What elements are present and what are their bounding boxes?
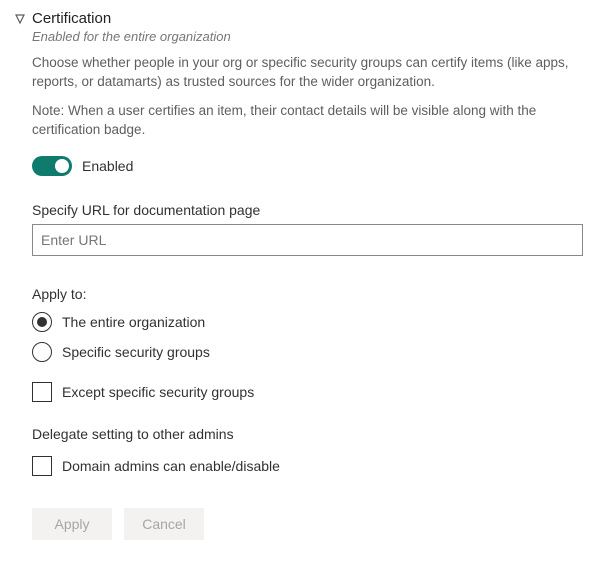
apply-to-label: Apply to: bbox=[32, 286, 583, 302]
section-description: Choose whether people in your org or spe… bbox=[32, 54, 583, 92]
checkbox-domain-admins-label: Domain admins can enable/disable bbox=[62, 458, 280, 474]
url-field-label: Specify URL for documentation page bbox=[32, 202, 583, 218]
checkbox-except-specific-groups-label: Except specific security groups bbox=[62, 384, 254, 400]
delegate-section-label: Delegate setting to other admins bbox=[32, 426, 583, 442]
radio-entire-organization[interactable] bbox=[32, 312, 52, 332]
radio-specific-security-groups[interactable] bbox=[32, 342, 52, 362]
checkbox-except-specific-groups[interactable] bbox=[32, 382, 52, 402]
cancel-button[interactable]: Cancel bbox=[124, 508, 204, 540]
section-note: Note: When a user certifies an item, the… bbox=[32, 102, 583, 140]
url-input[interactable] bbox=[32, 224, 583, 256]
enabled-toggle[interactable] bbox=[32, 156, 72, 176]
section-subtitle: Enabled for the entire organization bbox=[32, 29, 583, 44]
checkbox-domain-admins[interactable] bbox=[32, 456, 52, 476]
radio-specific-security-groups-label: Specific security groups bbox=[62, 344, 210, 360]
enabled-toggle-label: Enabled bbox=[82, 158, 133, 174]
section-title: Certification bbox=[32, 10, 583, 27]
apply-button[interactable]: Apply bbox=[32, 508, 112, 540]
collapse-toggle-icon[interactable] bbox=[14, 13, 26, 25]
radio-entire-organization-label: The entire organization bbox=[62, 314, 205, 330]
